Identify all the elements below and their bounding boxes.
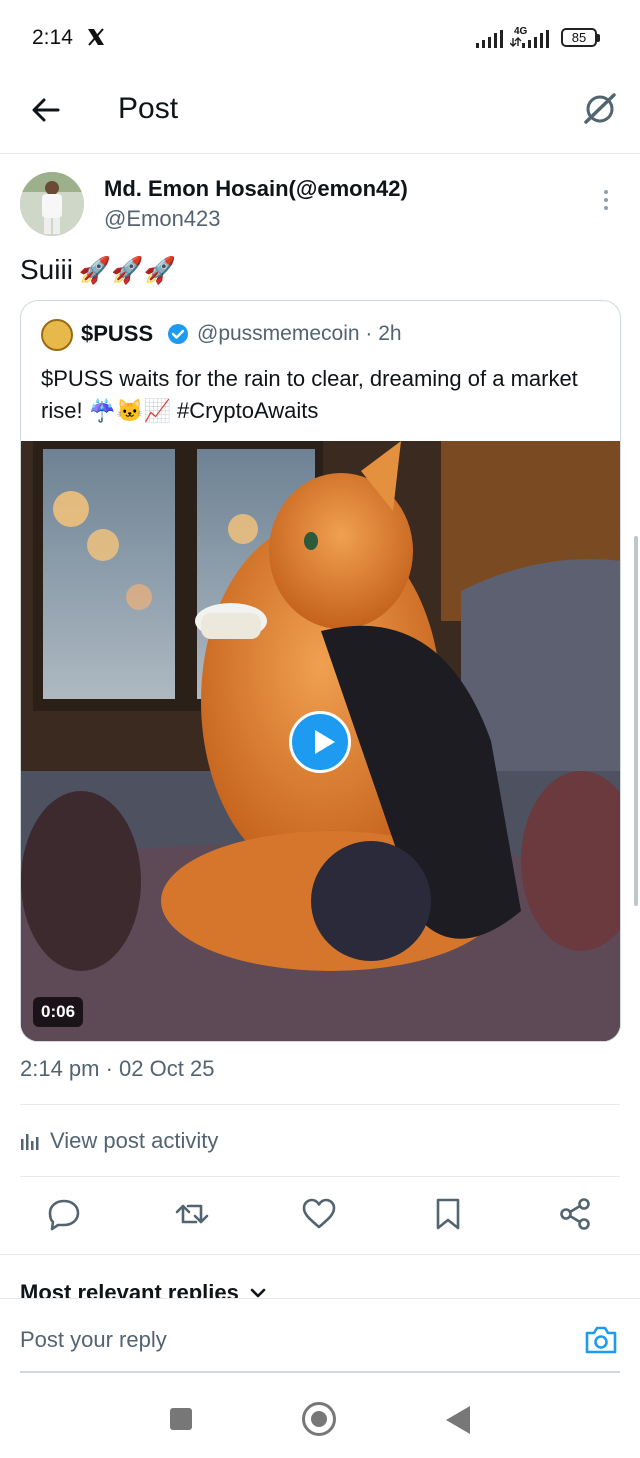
reply-composer	[0, 1298, 640, 1374]
verified-badge-icon	[168, 324, 188, 344]
play-button[interactable]	[289, 711, 351, 773]
quoted-avatar[interactable]	[41, 319, 73, 351]
post-timestamp: 2:14 pm · 02 Oct 25	[20, 1056, 215, 1081]
x-logo-icon	[88, 28, 104, 46]
post-text: Suiii 🚀🚀🚀	[20, 254, 176, 286]
quoted-text: $PUSS waits for the rain to clear, dream…	[41, 366, 578, 423]
repost-icon[interactable]	[174, 1196, 210, 1232]
view-activity-link[interactable]: View post activity	[20, 1128, 218, 1154]
status-time: 2:14	[32, 26, 73, 49]
grok-icon[interactable]	[580, 89, 620, 129]
quoted-handle-time: @pussmemecoin · 2h	[197, 322, 402, 345]
status-bar: 2:14 4G 85	[0, 0, 640, 76]
back-arrow-icon[interactable]	[28, 92, 64, 128]
video-player[interactable]: 0:06	[21, 441, 620, 1041]
scrollbar[interactable]	[634, 536, 638, 906]
author-name[interactable]: Md. Emon Hosain(@emon42)	[104, 176, 408, 202]
divider	[20, 1104, 620, 1105]
page-title: Post	[118, 92, 179, 125]
quoted-post[interactable]: $PUSS @pussmemecoin · 2h $PUSS waits for…	[20, 300, 621, 1042]
video-duration: 0:06	[33, 997, 84, 1027]
bookmark-icon[interactable]	[430, 1196, 466, 1232]
signal-4g-icon	[510, 30, 549, 48]
top-app-bar: Post	[0, 76, 640, 154]
system-nav-bar	[0, 1378, 640, 1458]
action-bar	[0, 1196, 640, 1238]
home-button[interactable]	[302, 1402, 336, 1436]
share-icon[interactable]	[557, 1196, 593, 1232]
reply-input-underline	[20, 1371, 620, 1373]
system-back-button[interactable]	[446, 1406, 470, 1434]
author-handle[interactable]: @Emon423	[104, 206, 221, 232]
post-body: Suiii	[20, 254, 73, 285]
camera-icon[interactable]	[584, 1325, 618, 1355]
reply-icon[interactable]	[46, 1196, 82, 1232]
view-activity-label: View post activity	[50, 1128, 219, 1153]
reply-input[interactable]	[20, 1327, 540, 1353]
avatar[interactable]	[20, 172, 84, 236]
recents-button[interactable]	[170, 1408, 192, 1430]
more-options-icon[interactable]	[598, 188, 614, 212]
like-icon[interactable]	[301, 1196, 337, 1232]
rocket-emoji: 🚀🚀🚀	[78, 254, 177, 285]
analytics-icon	[21, 1134, 39, 1150]
quoted-author-name[interactable]: $PUSS	[81, 321, 153, 347]
battery-indicator: 85	[561, 28, 600, 47]
signal-icon	[476, 30, 503, 48]
divider	[20, 1176, 620, 1177]
divider	[0, 1254, 640, 1255]
